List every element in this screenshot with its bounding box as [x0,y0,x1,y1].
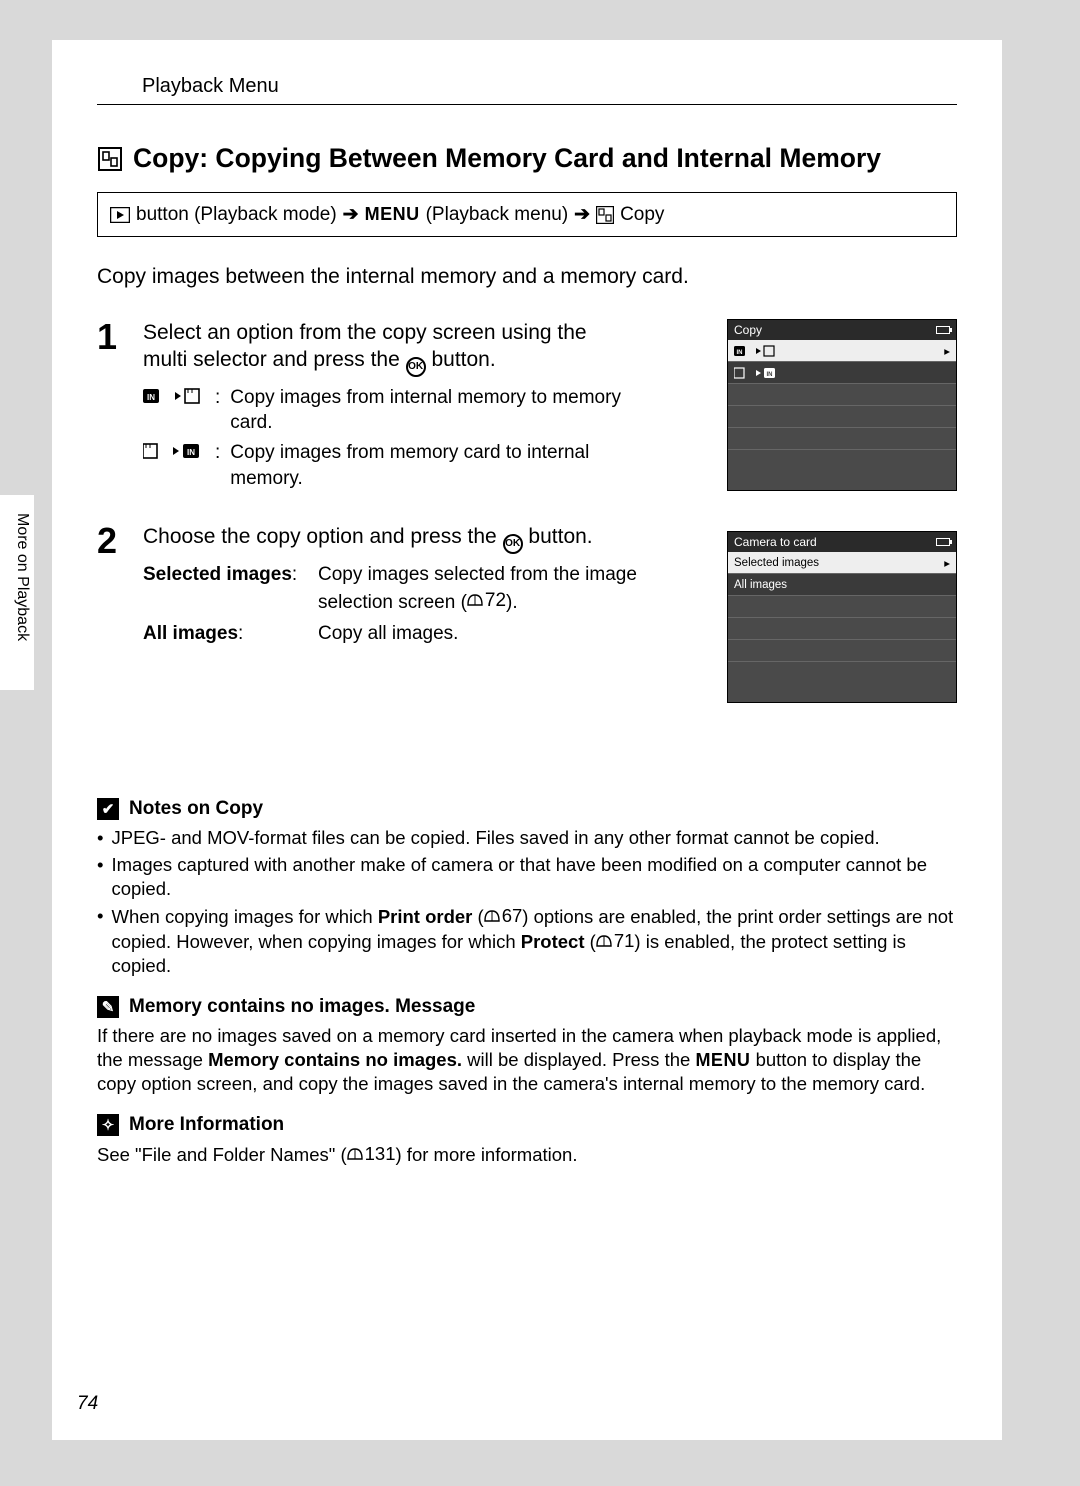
step1-opt2-desc: Copy images from memory card to internal… [230,440,630,491]
arrow-icon: ➔ [343,203,359,226]
step1-opt1-desc: Copy images from internal memory to memo… [230,385,630,436]
step1-lead: Select an option from the copy screen us… [143,319,633,377]
notes-on-copy-heading: ✔ Notes on Copy [97,798,957,820]
copy-title-icon [97,146,123,172]
step1-lead-a: Select an option from the copy screen us… [143,321,587,371]
menu-label: MENU [365,204,420,225]
page-ref-131: 131 [347,1142,396,1166]
page-header: Playback Menu [97,75,957,105]
screen1-title: Copy [734,323,762,337]
screen2-title: Camera to card [734,535,817,549]
note-bullet-1: JPEG- and MOV-format files can be copied… [97,826,957,850]
breadcrumb: button (Playback mode) ➔ MENU (Playback … [97,192,957,237]
screen2-row-1: Selected images▸ [728,552,956,574]
step1-lead-b: button. [426,348,496,371]
memory-message-body: If there are no images saved on a memory… [97,1024,957,1096]
card-to-in-small-icon: IN [734,367,778,379]
step2-lead: Choose the copy option and press the OK … [143,523,633,554]
battery-icon [936,538,950,546]
page-ref-72: 72 [467,588,506,614]
desc-selected: Copy images selected from the image sele… [318,562,698,615]
more-info-heading: ✧ More Information [97,1114,957,1136]
internal-to-card-icon: IN [143,387,201,405]
playback-icon [110,207,130,223]
step-2: 2 Choose the copy option and press the O… [97,523,957,652]
step-number: 1 [97,319,127,495]
step2-lead-b: button. [523,525,593,548]
step-1: 1 Select an option from the copy screen … [97,319,957,495]
title-text: Copy: Copying Between Memory Card and In… [133,143,881,174]
copy-icon [596,206,614,224]
in-to-card-small-icon: IN [734,345,778,357]
pencil-icon: ✎ [97,996,119,1018]
svg-text:IN: IN [767,372,773,378]
memory-message-heading: ✎ Memory contains no images. Message [97,996,957,1018]
arrow-icon: ➔ [574,203,590,226]
note-bullet-2: Images captured with another make of cam… [97,853,957,901]
svg-text:IN: IN [187,448,195,457]
intro-text: Copy images between the internal memory … [97,265,957,289]
bc-part3: Copy [620,204,664,226]
caution-icon: ✔ [97,798,119,820]
ok-button-icon: OK [503,534,523,554]
more-info-body: See "File and Folder Names" ( 131) for m… [97,1142,957,1167]
lcd-screen-copy: Copy IN ▸ IN [727,319,957,491]
svg-text:IN: IN [737,350,743,356]
section-tab-label: More on Playback [13,513,31,641]
step2-lead-a: Choose the copy option and press the [143,525,503,548]
bc-part2: (Playback menu) [426,204,569,226]
page-ref-71: 71 [596,929,635,953]
battery-icon [936,326,950,334]
page-title: Copy: Copying Between Memory Card and In… [97,143,1002,174]
card-to-internal-icon: IN [143,442,201,460]
ok-button-icon: OK [406,357,426,377]
term-all: All images [143,623,238,644]
lcd-screen-camera-to-card: Camera to card Selected images▸ All imag… [727,531,957,703]
page-number: 74 [77,1393,98,1415]
step-number: 2 [97,523,127,652]
bc-part1: button (Playback mode) [136,204,337,226]
page-content: Playback Menu Copy: Copying Between Memo… [52,40,1002,1440]
screen1-row-2: IN [728,362,956,384]
svg-text:IN: IN [147,393,155,402]
info-icon: ✧ [97,1114,119,1136]
note-bullet-3: When copying images for which Print orde… [97,904,957,978]
page-ref-67: 67 [484,904,523,928]
screen2-row-2: All images [728,574,956,596]
screen1-row-1: IN ▸ [728,340,956,362]
term-selected: Selected images [143,564,292,585]
desc-all: Copy all images. [318,621,458,647]
